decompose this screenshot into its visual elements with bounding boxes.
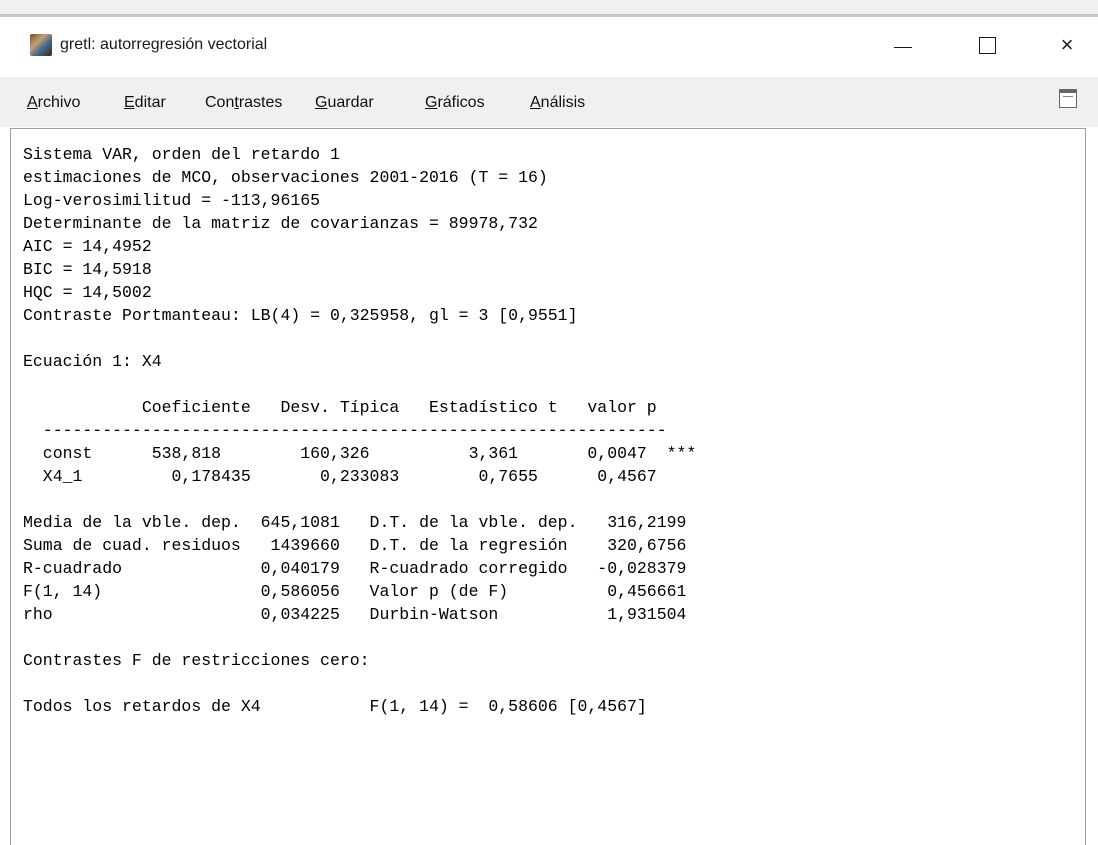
output-line: ----------------------------------------… (23, 421, 667, 440)
title-bar[interactable]: gretl: autorregresión vectorial × (0, 17, 1098, 75)
minimize-button[interactable] (870, 17, 934, 75)
output-line: BIC = 14,5918 (23, 260, 152, 279)
menu-editar[interactable]: Editar (124, 94, 166, 112)
menu-archivo[interactable]: Archivo (27, 94, 80, 112)
output-line: AIC = 14,4952 (23, 237, 152, 256)
output-line: Contraste Portmanteau: LB(4) = 0,325958,… (23, 306, 578, 325)
output-line: Determinante de la matriz de covarianzas… (23, 214, 538, 233)
output-line: estimaciones de MCO, observaciones 2001-… (23, 168, 548, 187)
output-line: Contrastes F de restricciones cero: (23, 651, 370, 670)
output-line: Log-verosimilitud = -113,96165 (23, 191, 321, 210)
gretl-app-icon (30, 34, 52, 56)
maximize-icon (979, 37, 996, 54)
menu-bar: Archivo Editar Contrastes Guardar Gráfic… (0, 77, 1098, 127)
minimize-icon (894, 47, 912, 48)
menu-guardar[interactable]: Guardar (315, 94, 374, 112)
output-line: Todos los retardos de X4 F(1, 14) = 0,58… (23, 697, 647, 716)
window-copy-icon[interactable] (1059, 89, 1077, 108)
var-output: Sistema VAR, orden del retardo 1 estimaci… (11, 129, 1085, 718)
output-line: const 538,818 160,326 3,361 0,0047 *** (23, 444, 697, 463)
output-line: X4_1 0,178435 0,233083 0,7655 0,4567 (23, 467, 657, 486)
output-text-area[interactable]: Sistema VAR, orden del retardo 1 estimaci… (10, 128, 1086, 845)
output-line: R-cuadrado 0,040179 R-cuadrado corregido… (23, 559, 687, 578)
window-title: gretl: autorregresión vectorial (60, 36, 268, 53)
output-line: Ecuación 1: X4 (23, 352, 162, 371)
close-button[interactable]: × (1035, 17, 1098, 75)
output-line: Media de la vble. dep. 645,1081 D.T. de … (23, 513, 687, 532)
output-line: rho 0,034225 Durbin-Watson 1,931504 (23, 605, 687, 624)
close-icon: × (1060, 32, 1074, 57)
menu-analisis[interactable]: Análisis (530, 94, 585, 112)
output-line: Suma de cuad. residuos 1439660 D.T. de l… (23, 536, 687, 555)
output-line: HQC = 14,5002 (23, 283, 152, 302)
output-line: Sistema VAR, orden del retardo 1 (23, 145, 340, 164)
menu-graficos[interactable]: Gráficos (425, 94, 485, 112)
menu-contrastes[interactable]: Contrastes (205, 94, 282, 112)
output-line: F(1, 14) 0,586056 Valor p (de F) 0,45666… (23, 582, 687, 601)
output-line: Coeficiente Desv. Típica Estadístico t v… (23, 398, 657, 417)
maximize-button[interactable] (955, 17, 1019, 75)
window-top-edge (0, 0, 1098, 17)
